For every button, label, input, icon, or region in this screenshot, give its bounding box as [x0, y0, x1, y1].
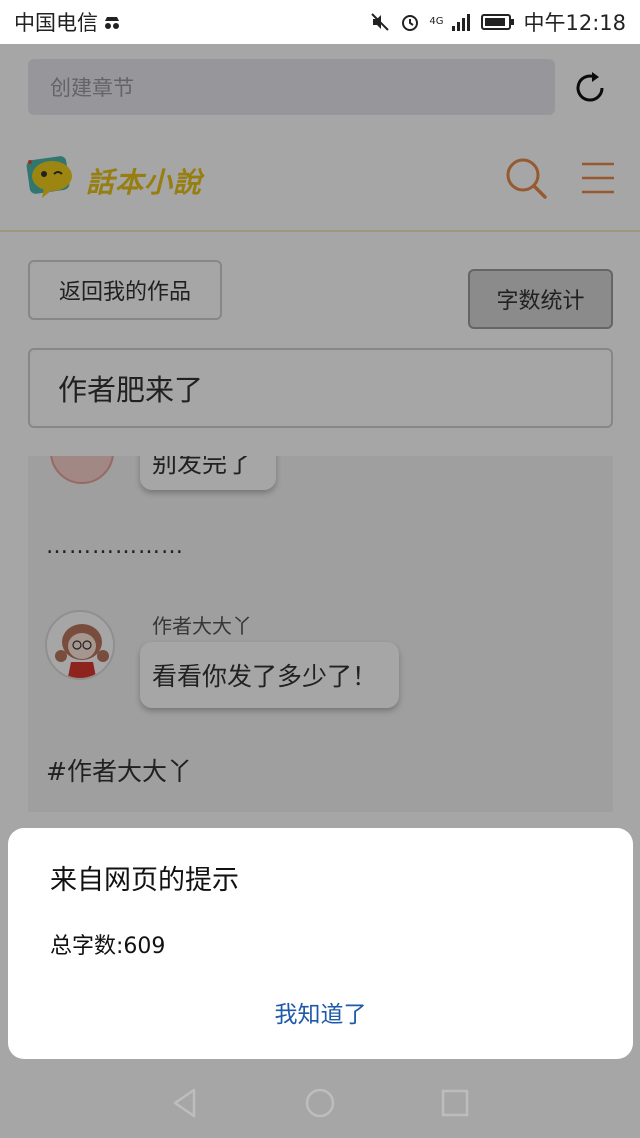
carrier-label: 中国电信 [14, 11, 98, 35]
mute-icon [369, 11, 391, 33]
status-bar: 中国电信 4G 中午12:18 [0, 0, 640, 44]
system-nav-bar [0, 1068, 640, 1138]
clock-label: 中午12:18 [523, 11, 626, 35]
dialog-message: 总字数:609 [50, 934, 166, 959]
recents-square-icon[interactable] [440, 1088, 470, 1118]
status-icons: 4G 中午12:18 [369, 7, 626, 37]
alarm-icon [399, 11, 421, 33]
carrier-group: 中国电信 [14, 7, 122, 37]
alert-dialog: 来自网页的提示 总字数:609 我知道了 [8, 828, 633, 1059]
signal-icon [451, 12, 473, 32]
dialog-title: 来自网页的提示 [50, 865, 239, 896]
back-triangle-icon[interactable] [170, 1087, 200, 1119]
dialog-ok-button[interactable]: 我知道了 [8, 990, 633, 1034]
battery-icon [481, 13, 515, 31]
incognito-icon [102, 12, 122, 32]
home-circle-icon[interactable] [304, 1087, 336, 1119]
network-type-label: 4G [429, 16, 444, 27]
